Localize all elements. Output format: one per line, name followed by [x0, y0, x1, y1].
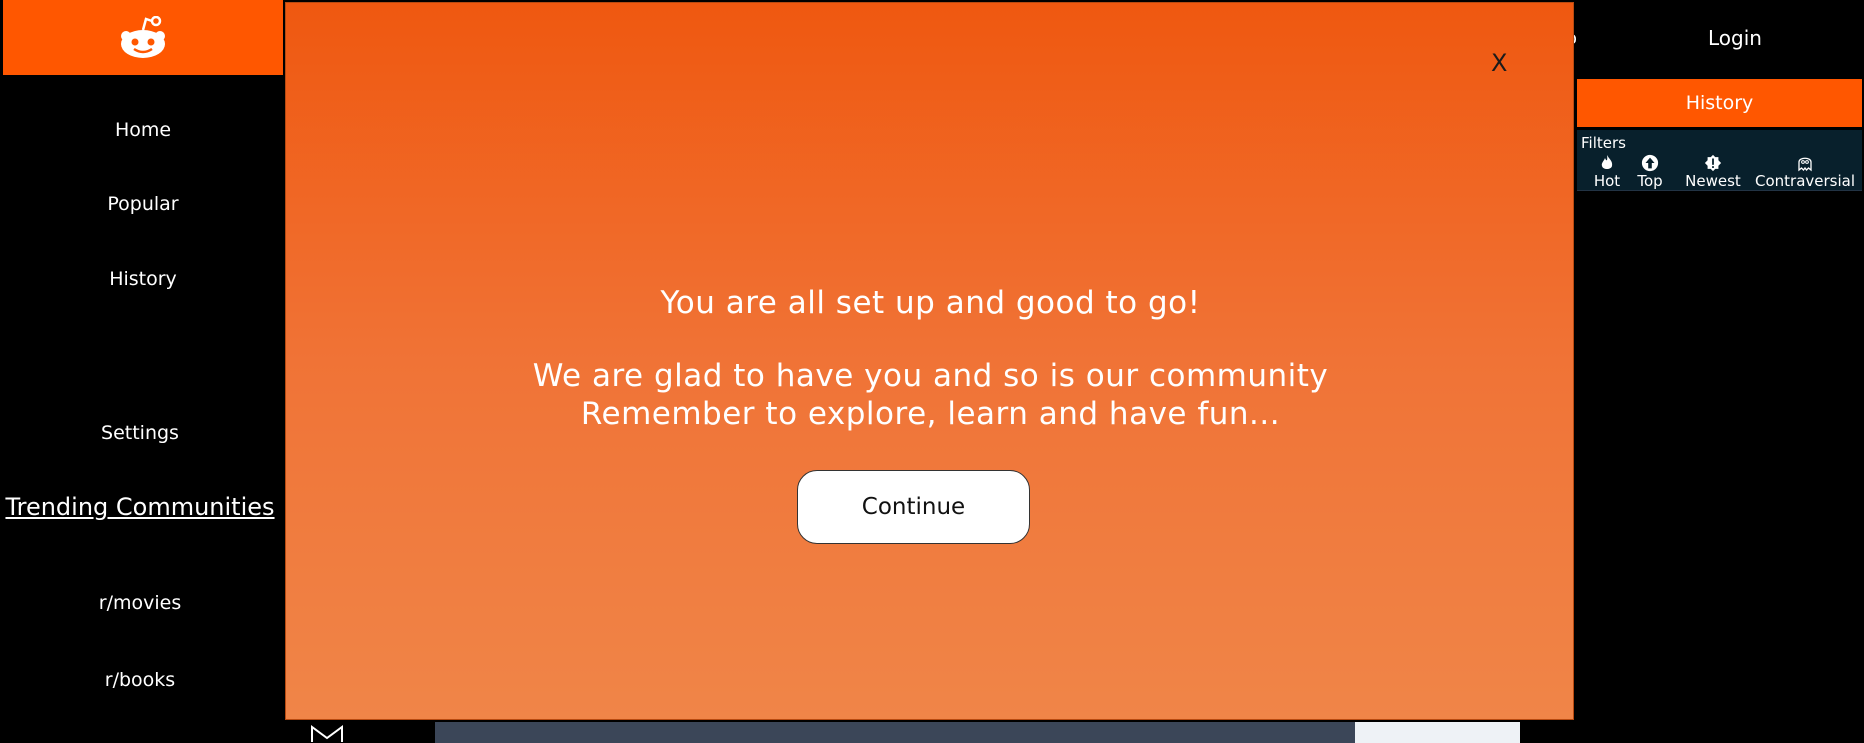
flame-icon — [1601, 155, 1613, 169]
filter-label: Top — [1637, 172, 1663, 190]
sidebar-item-home[interactable]: Home — [3, 119, 283, 141]
sidebar-item-settings[interactable]: Settings — [0, 422, 280, 444]
close-button[interactable]: X — [1491, 49, 1507, 77]
sidebar: Home Popular History Settings Trending C… — [3, 0, 283, 743]
filter-label: Contraversial — [1754, 172, 1855, 190]
welcome-modal: X You are all set up and good to go! We … — [285, 2, 1574, 720]
modal-headline: You are all set up and good to go! — [660, 285, 1201, 321]
filter-contraversial[interactable]: Contraversial — [1752, 154, 1858, 190]
mail-icon[interactable] — [310, 724, 344, 743]
history-tab[interactable]: History — [1577, 79, 1862, 127]
alert-badge-icon — [1704, 154, 1722, 172]
sidebar-item-history[interactable]: History — [3, 268, 283, 290]
login-button[interactable]: Login — [1660, 26, 1810, 50]
filter-top[interactable]: Top — [1632, 154, 1668, 190]
arrow-up-circle-icon — [1641, 154, 1659, 172]
ghost-icon — [1798, 157, 1812, 172]
continue-button[interactable]: Continue — [797, 470, 1030, 544]
sidebar-item-popular[interactable]: Popular — [3, 193, 283, 215]
background-image-strip — [435, 722, 1355, 743]
reddit-alien-icon — [121, 15, 165, 58]
filter-label: Newest — [1685, 172, 1741, 190]
background-light-strip — [1355, 722, 1520, 743]
community-link-movies[interactable]: r/movies — [0, 592, 280, 614]
filter-label: Hot — [1593, 172, 1621, 190]
reddit-logo[interactable] — [3, 0, 283, 75]
filter-hot[interactable]: Hot — [1589, 154, 1625, 190]
filters-panel: Filters Hot Top Newest Contraversial — [1577, 130, 1862, 191]
trending-communities-heading[interactable]: Trending Communities — [0, 493, 280, 521]
modal-message-line-1: We are glad to have you and so is our co… — [532, 358, 1329, 394]
modal-message-line-2: Remember to explore, learn and have fun.… — [580, 396, 1281, 432]
filter-newest[interactable]: Newest — [1682, 154, 1744, 190]
community-link-books[interactable]: r/books — [0, 669, 280, 691]
filters-title: Filters — [1581, 134, 1626, 152]
